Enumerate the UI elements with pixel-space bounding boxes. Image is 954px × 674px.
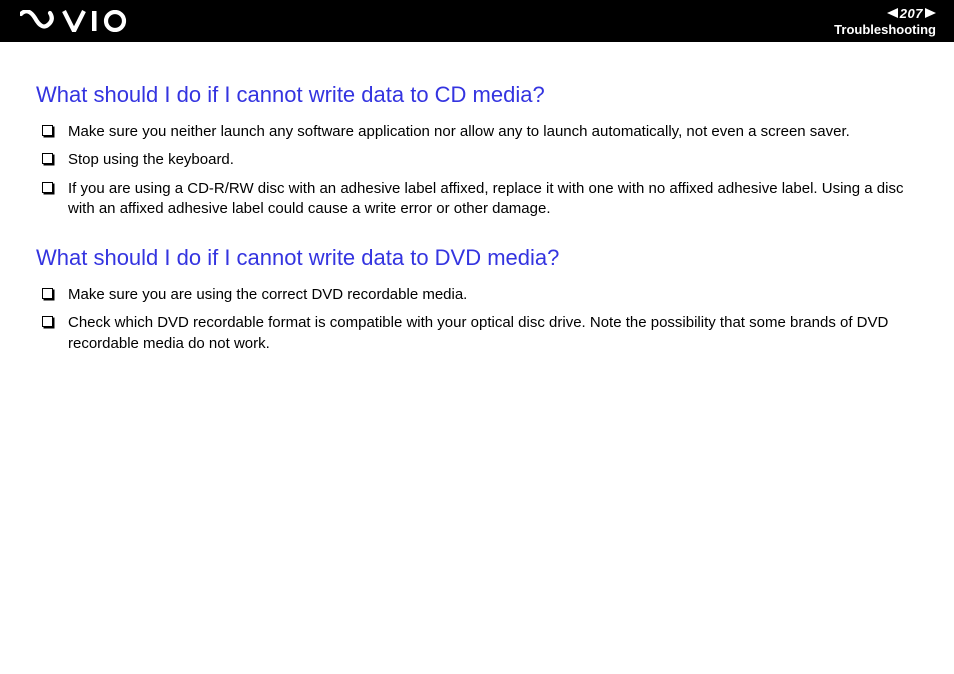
bullet-icon	[42, 316, 53, 327]
list-item: Make sure you are using the correct DVD …	[42, 285, 918, 305]
bullet-icon	[42, 288, 53, 299]
faq-heading: What should I do if I cannot write data …	[36, 245, 918, 271]
faq-list: Make sure you are using the correct DVD …	[36, 285, 918, 354]
list-item-text: Make sure you neither launch any softwar…	[68, 123, 850, 140]
page-content: What should I do if I cannot write data …	[0, 42, 954, 354]
list-item: Stop using the keyboard.	[42, 150, 918, 170]
list-item-text: Make sure you are using the correct DVD …	[68, 286, 467, 303]
prev-page-arrow-icon[interactable]	[887, 8, 898, 18]
header-right: 207 Troubleshooting	[834, 6, 936, 37]
list-item-text: If you are using a CD-R/RW disc with an …	[68, 180, 903, 217]
bullet-icon	[42, 125, 53, 136]
page-header: 207 Troubleshooting	[0, 0, 954, 42]
faq-heading: What should I do if I cannot write data …	[36, 82, 918, 108]
list-item: Make sure you neither launch any softwar…	[42, 122, 918, 142]
page-navigation: 207	[887, 6, 936, 21]
page-number: 207	[900, 6, 923, 21]
bullet-icon	[42, 182, 53, 193]
list-item-text: Stop using the keyboard.	[68, 151, 234, 168]
bullet-icon	[42, 153, 53, 164]
faq-list: Make sure you neither launch any softwar…	[36, 122, 918, 219]
list-item: Check which DVD recordable format is com…	[42, 313, 918, 354]
next-page-arrow-icon[interactable]	[925, 8, 936, 18]
vaio-logo	[20, 10, 130, 32]
list-item-text: Check which DVD recordable format is com…	[68, 314, 888, 351]
list-item: If you are using a CD-R/RW disc with an …	[42, 179, 918, 220]
section-title: Troubleshooting	[834, 22, 936, 37]
